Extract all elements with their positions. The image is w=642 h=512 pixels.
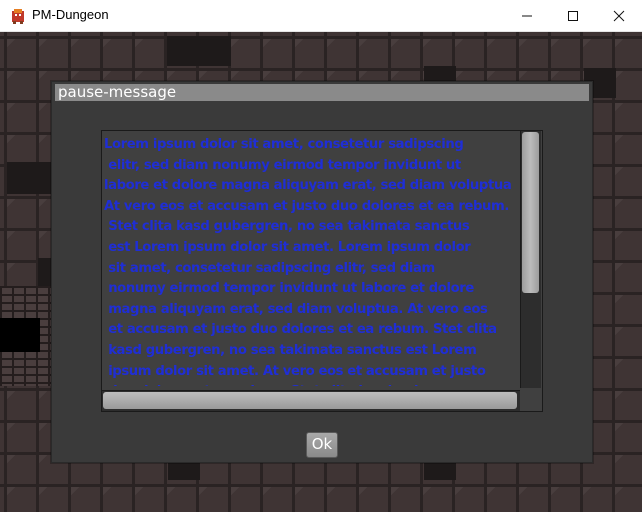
message-text-line: sit amet, consetetur sadipscing elitr, s… xyxy=(104,260,435,276)
close-button[interactable] xyxy=(596,0,642,31)
message-text-line: duo dolores et ea rebum. Stet clita kasd… xyxy=(104,382,520,386)
message-text-line: kasd gubergren, no sea takimata sanctus … xyxy=(104,342,477,358)
message-text-line: ipsum dolor sit amet. At vero eos et acc… xyxy=(104,363,486,379)
message-text-line: labore et dolore magna aliquyam erat, se… xyxy=(104,178,512,194)
dungeon-doorway xyxy=(0,318,40,352)
close-icon xyxy=(613,10,625,21)
message-text: Lorem ipsum dolor sit amet, consetetur s… xyxy=(104,135,520,386)
maximize-button[interactable] xyxy=(550,0,596,31)
dungeon-app-icon xyxy=(12,9,24,24)
dungeon-wall-tile xyxy=(7,162,51,194)
maximize-icon xyxy=(568,10,578,21)
dungeon-wall-tile xyxy=(424,66,456,82)
message-text-area[interactable]: Lorem ipsum dolor sit amet, consetetur s… xyxy=(101,130,543,412)
message-text-line: elitr, sed diam nonumy eirmod tempor inv… xyxy=(104,157,461,173)
message-text-line: et accusam et justo duo dolores et ea re… xyxy=(104,322,497,338)
pause-dialog: pause-message Lorem ipsum dolor sit amet… xyxy=(51,81,593,463)
game-viewport[interactable]: pause-message Lorem ipsum dolor sit amet… xyxy=(0,32,642,512)
message-text-line: At vero eos et accusam et justo duo dolo… xyxy=(104,198,509,214)
window-title: PM-Dungeon xyxy=(32,7,109,22)
vertical-scrollbar[interactable] xyxy=(520,131,541,388)
message-text-line: Stet clita kasd gubergren, no sea takima… xyxy=(104,219,470,235)
message-text-line: nonumy eirmod tempor invidunt ut labore … xyxy=(104,281,474,297)
vertical-scroll-thumb[interactable] xyxy=(522,132,539,293)
dungeon-wall-tile xyxy=(424,460,456,480)
dungeon-wall-tile xyxy=(168,460,200,480)
minimize-icon xyxy=(522,15,532,16)
message-text-line: est Lorem ipsum dolor sit amet. Lorem ip… xyxy=(104,239,471,255)
horizontal-scroll-thumb[interactable] xyxy=(103,392,517,409)
message-text-line: magna aliquyam erat, sed diam voluptua. … xyxy=(104,301,488,317)
minimize-button[interactable] xyxy=(504,0,550,31)
dungeon-wall-tile xyxy=(38,258,52,286)
ok-button[interactable]: Ok xyxy=(306,432,338,458)
dialog-title[interactable]: pause-message xyxy=(55,84,589,101)
window-titlebar: PM-Dungeon xyxy=(0,0,642,32)
horizontal-scrollbar[interactable] xyxy=(102,390,520,411)
message-text-line: Lorem ipsum dolor sit amet, consetetur s… xyxy=(104,137,464,152)
dungeon-wall-tile xyxy=(167,36,231,66)
